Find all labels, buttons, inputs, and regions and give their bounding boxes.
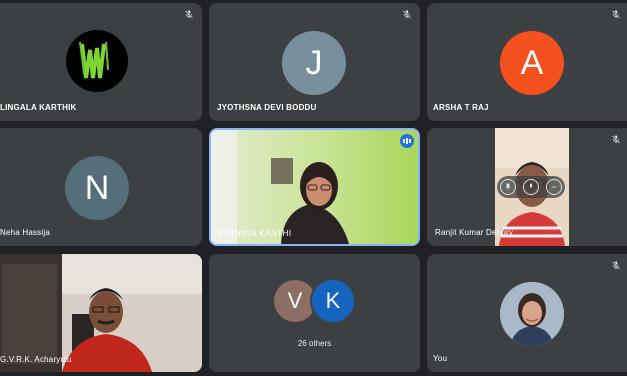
remove-participant-icon[interactable] xyxy=(545,179,562,195)
participant-name: JYOTHSNA DEVI BODDU xyxy=(217,103,317,112)
participant-tile-b-donna-kanthi[interactable]: B DONNA KANTHI xyxy=(209,128,420,246)
profile-photo-avatar xyxy=(500,282,564,346)
mic-off-icon xyxy=(612,135,620,144)
participant-tile-neha-hassija[interactable]: N Neha Hassija xyxy=(0,128,202,246)
avatar-initial: N xyxy=(65,156,129,220)
mic-off-icon xyxy=(612,261,620,270)
participant-name: You xyxy=(433,354,448,363)
participant-tile-you[interactable]: You xyxy=(427,254,627,372)
monster-energy-avatar xyxy=(66,30,128,92)
pin-icon[interactable] xyxy=(500,179,517,195)
avatar-initial: J xyxy=(282,31,346,95)
participant-name: G.V.R.K. Acharyulu xyxy=(0,355,72,364)
participant-tile-jyothsna-devi-boddu[interactable]: J JYOTHSNA DEVI BODDU xyxy=(209,3,420,121)
participant-tile-lingala-karthik[interactable]: LINGALA KARTHIK xyxy=(0,3,202,121)
avatar-initial: K xyxy=(310,278,356,324)
participant-name: LINGALA KARTHIK xyxy=(0,103,77,112)
participant-tile-arsha-t-raj[interactable]: A ARSHA T RAJ xyxy=(427,3,627,121)
participant-video xyxy=(211,130,418,244)
mic-off-icon xyxy=(403,10,411,19)
participant-name: B DONNA KANTHI xyxy=(217,229,292,238)
participant-name: Ranjit Kumar Dehury xyxy=(435,228,514,237)
participant-tile-gvrk-acharyulu[interactable]: G.V.R.K. Acharyulu xyxy=(0,254,202,372)
mute-participant-icon[interactable] xyxy=(522,179,539,195)
mic-off-icon xyxy=(612,10,620,19)
participant-tile-others[interactable]: V K 26 others xyxy=(209,254,420,372)
participant-name: Neha Hassija xyxy=(0,228,50,237)
speaking-indicator-icon xyxy=(400,134,414,148)
mic-off-icon xyxy=(185,10,193,19)
participant-name: ARSHA T RAJ xyxy=(433,103,489,112)
others-count-label: 26 others xyxy=(297,339,332,348)
avatar-initial: A xyxy=(500,31,564,95)
tile-hover-controls xyxy=(497,176,565,198)
